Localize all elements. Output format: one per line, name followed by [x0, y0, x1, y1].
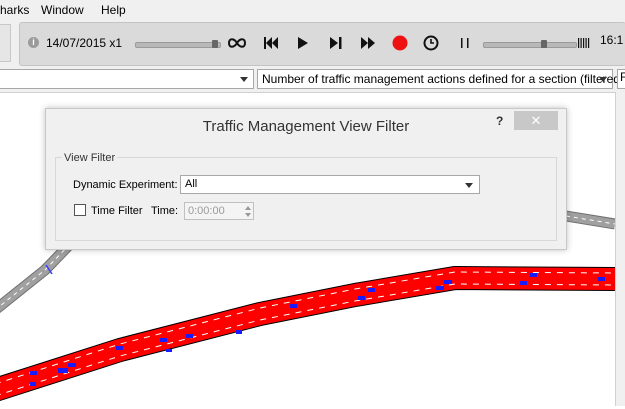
time-slider-thumb[interactable] [212, 40, 218, 48]
time-filter-checkbox[interactable] [74, 204, 86, 216]
menu-item-help[interactable]: Help [101, 3, 126, 17]
dynamic-experiment-label: Dynamic Experiment: [73, 179, 178, 191]
record-icon[interactable] [389, 30, 411, 56]
vehicle [30, 371, 37, 375]
vehicle [520, 281, 527, 285]
dialog-title-bar[interactable]: Traffic Management View Filter ? ✕ [46, 109, 566, 141]
view-style-combo[interactable] [0, 69, 254, 89]
chevron-down-icon [465, 183, 473, 188]
vehicle [444, 280, 452, 284]
playback-panel: i 14/07/2015 x1 [19, 22, 625, 66]
grey-road-right [565, 210, 616, 230]
dynamic-experiment-value: All [185, 178, 198, 190]
simulation-toolbar: i 14/07/2015 x1 16:1 [0, 20, 625, 66]
spin-down-icon[interactable] [245, 213, 251, 217]
menu-item-bookmarks[interactable]: harks [0, 3, 29, 17]
view-mode-combo[interactable]: Number of traffic management actions def… [257, 69, 624, 89]
toolbar-left-button[interactable] [0, 24, 11, 62]
close-button[interactable]: ✕ [514, 111, 558, 130]
dynamic-experiment-combo[interactable]: All [180, 175, 480, 194]
time-value: 0:00:00 [188, 205, 225, 217]
view-filter-group-title: View Filter [62, 152, 118, 164]
view-mode-bar: Number of traffic management actions def… [0, 66, 625, 93]
menu-bar: harks Window Help [0, 0, 625, 20]
menu-item-window[interactable]: Window [41, 3, 84, 17]
vehicle [598, 277, 605, 281]
vehicle [358, 296, 365, 300]
red-road-section[interactable] [0, 266, 616, 401]
pause-marks-icon[interactable] [454, 30, 476, 56]
spin-up-icon[interactable] [245, 206, 251, 210]
fast-forward-icon[interactable] [357, 30, 379, 56]
right-panel-label[interactable]: F [617, 69, 625, 89]
infinite-loop-icon[interactable] [226, 30, 248, 56]
vehicle [236, 330, 242, 334]
max-speed-icon[interactable] [573, 30, 595, 56]
dialog-title: Traffic Management View Filter [202, 118, 410, 135]
step-forward-icon[interactable] [325, 30, 347, 56]
date-speed-label: 14/07/2015 x1 [46, 36, 123, 50]
time-slider[interactable] [135, 40, 221, 48]
time-label: Time: [151, 205, 179, 217]
view-mode-value: Number of traffic management actions def… [262, 72, 624, 86]
chevron-down-icon [240, 77, 248, 82]
speed-slider[interactable] [483, 40, 577, 48]
help-button[interactable]: ? [496, 114, 503, 128]
chevron-down-icon [599, 77, 607, 82]
vehicle [160, 338, 167, 342]
vehicle [68, 363, 76, 367]
view-filter-group [55, 157, 557, 241]
vehicle [166, 349, 172, 352]
speed-slider-thumb[interactable] [541, 40, 547, 48]
vehicle [58, 368, 68, 373]
clock-icon[interactable] [420, 30, 442, 56]
simulation-clock: 16:1 [600, 33, 624, 47]
vehicle [186, 334, 193, 338]
time-spinbox[interactable]: 0:00:00 [184, 202, 254, 220]
vehicle [30, 382, 36, 386]
info-icon[interactable]: i [28, 37, 39, 48]
vehicle [436, 286, 444, 290]
skip-to-start-icon[interactable] [260, 30, 282, 56]
vehicle [116, 346, 123, 350]
traffic-management-view-filter-dialog: Traffic Management View Filter ? ✕ View … [45, 108, 567, 250]
time-filter-label[interactable]: Time Filter [91, 205, 143, 217]
play-icon[interactable] [292, 30, 314, 56]
vehicle [368, 288, 375, 292]
vehicle [530, 273, 537, 277]
vehicle [290, 304, 297, 308]
right-panel-strip [615, 92, 625, 406]
